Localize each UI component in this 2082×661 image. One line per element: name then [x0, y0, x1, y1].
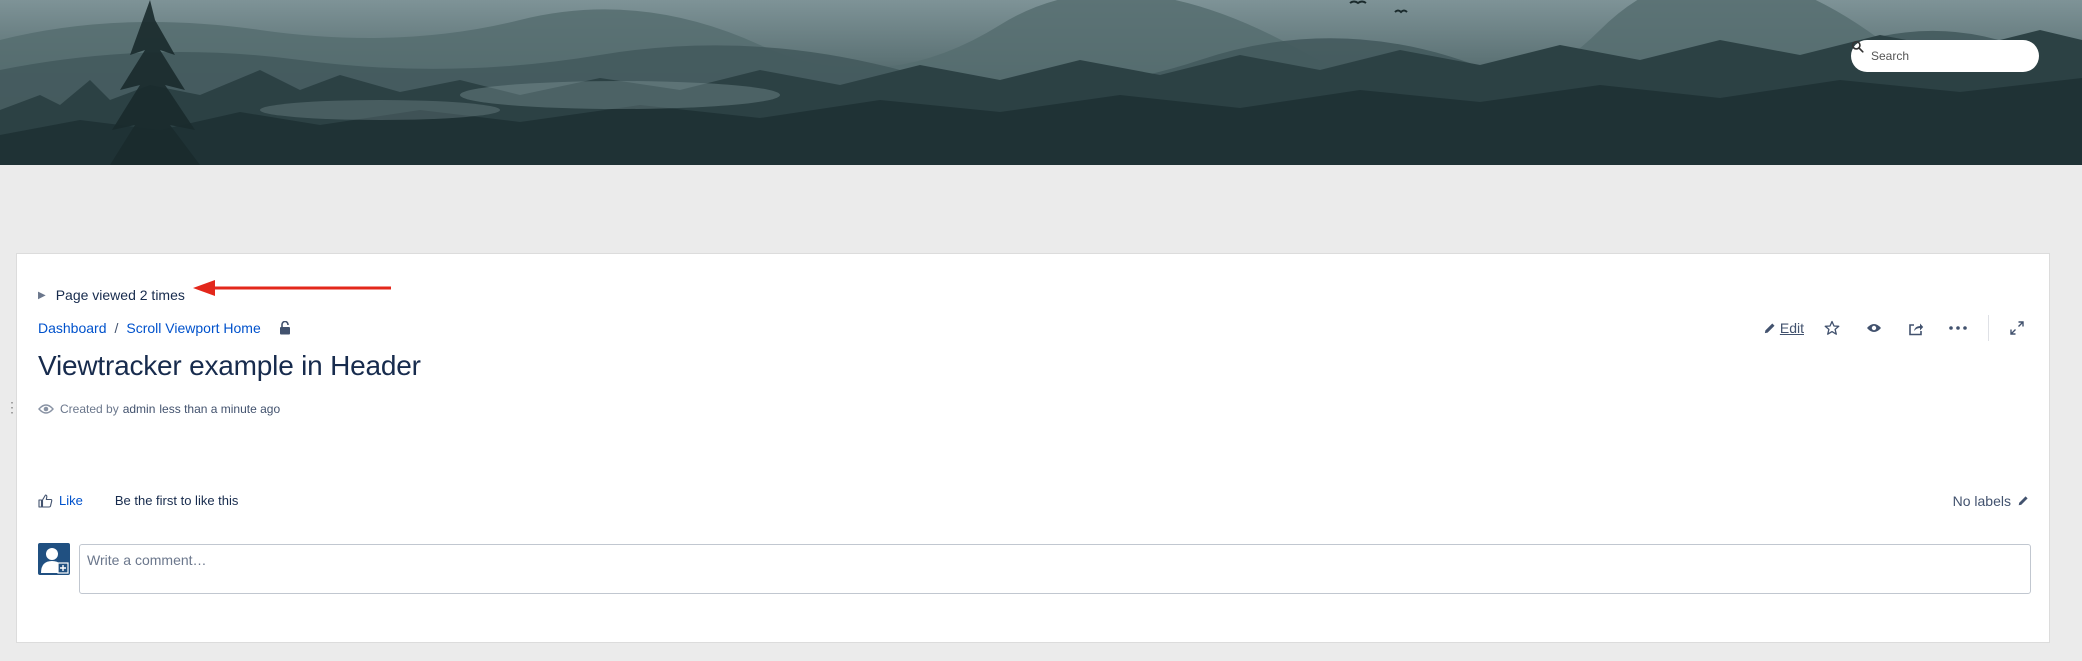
mountain-landscape: [0, 0, 2082, 165]
fullscreen-icon: [2010, 321, 2024, 335]
search-icon: [1851, 40, 1864, 53]
star-button[interactable]: [1818, 314, 1846, 342]
breadcrumb-dashboard[interactable]: Dashboard: [38, 320, 107, 336]
like-summary: Be the first to like this: [114, 493, 239, 508]
page-title: Viewtracker example in Header: [38, 350, 421, 381]
eye-icon: [1867, 324, 1881, 332]
unlock-icon[interactable]: [279, 321, 291, 335]
expand-triangle-icon[interactable]: ▶: [38, 290, 46, 301]
search-box[interactable]: [1851, 40, 2039, 72]
sidebar-resize-handle[interactable]: ⋮: [5, 400, 19, 424]
eye-icon: [38, 403, 54, 415]
content-card: ▶ Page viewed 2 times Dashboard / Scroll…: [16, 253, 2050, 643]
share-icon: [1909, 323, 1924, 335]
view-count-text: Page viewed 2 times: [55, 287, 185, 303]
edit-button[interactable]: Edit: [1763, 314, 1804, 342]
pencil-icon: [1764, 322, 1775, 333]
edit-button-label: Edit: [1779, 320, 1804, 336]
header-banner: [0, 0, 2082, 165]
comment-input[interactable]: [79, 544, 2031, 594]
fullscreen-button[interactable]: [2003, 314, 2031, 342]
breadcrumb-scroll-viewport-home[interactable]: Scroll Viewport Home: [126, 320, 260, 336]
view-tracker[interactable]: ▶ Page viewed 2 times: [38, 287, 185, 303]
labels-section: No labels: [1953, 493, 2029, 509]
page-toolbar: Edit: [1763, 314, 2031, 342]
page-byline: Created by admin less than a minute ago: [38, 402, 280, 416]
created-by-label: Created by: [60, 402, 119, 416]
created-time: less than a minute ago: [159, 402, 281, 416]
like-row: Like Be the first to like this: [38, 493, 238, 508]
author-link[interactable]: admin: [123, 402, 156, 416]
star-icon: [1824, 320, 1840, 335]
user-avatar-icon: [41, 548, 69, 574]
labels-text: No labels: [1952, 493, 2011, 509]
search-input[interactable]: [1869, 48, 2023, 64]
like-button-label: Like: [59, 493, 83, 508]
annotation-arrow-icon: [193, 280, 391, 296]
share-button[interactable]: [1902, 314, 1930, 342]
like-button[interactable]: Like: [38, 493, 83, 508]
watch-button[interactable]: [1860, 314, 1888, 342]
toolbar-divider: [1988, 315, 1989, 341]
more-icon: [1949, 326, 1967, 330]
thumbs-up-icon: [38, 493, 53, 508]
user-avatar: [38, 543, 70, 575]
edit-labels-pencil-icon[interactable]: [2017, 495, 2029, 507]
breadcrumb-separator: /: [114, 320, 119, 336]
breadcrumb: Dashboard / Scroll Viewport Home: [38, 320, 291, 336]
more-actions-button[interactable]: [1944, 314, 1972, 342]
